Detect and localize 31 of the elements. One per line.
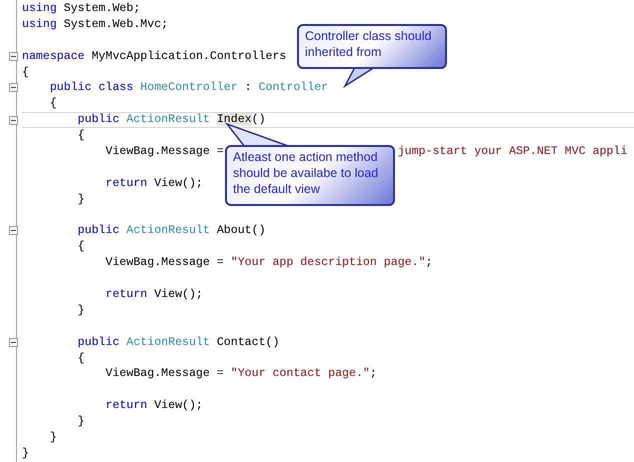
code-line: using System.Web; xyxy=(22,1,140,17)
code-line: { xyxy=(22,64,29,80)
code-line: public ActionResult Index() xyxy=(76,112,266,128)
code-line: ViewBag.Message = xyxy=(104,144,224,160)
code-line: { xyxy=(76,239,85,256)
code-line: public ActionResult Contact() xyxy=(76,334,280,351)
code-line: return View(); xyxy=(104,176,203,192)
callout: Atleast one action method should be availabe to load the default view xyxy=(225,145,395,206)
code-line: using System.Web.Mvc; xyxy=(22,16,168,33)
code-line: } xyxy=(48,430,57,446)
code-line: public class HomeController : Controller xyxy=(48,80,328,96)
code-line: } xyxy=(76,414,85,430)
code-line: ViewBag.Message = "Your app description page."; xyxy=(104,255,433,272)
code-line: public ActionResult About() xyxy=(76,223,266,240)
code-line: } xyxy=(22,446,29,462)
code-line: { xyxy=(48,96,57,112)
string-literal: jump-start your ASP.NET MVC appli xyxy=(398,144,628,160)
code-line: } xyxy=(76,192,85,208)
collapse-icon[interactable] xyxy=(9,116,18,126)
code-line: { xyxy=(76,128,85,144)
collapse-icon[interactable] xyxy=(9,52,18,61)
callout: Controller class should inherited from xyxy=(297,24,447,69)
collapse-icon[interactable] xyxy=(9,226,18,236)
code-line: } xyxy=(76,302,85,319)
collapse-icon[interactable] xyxy=(9,338,18,347)
code-line: namespace MyMvcApplication.Controllers xyxy=(22,48,286,65)
code-line: { xyxy=(76,350,85,366)
collapse-icon[interactable] xyxy=(9,83,18,92)
code-line: return View(); xyxy=(104,398,203,414)
code-line: ViewBag.Message = "Your contact page."; xyxy=(104,366,377,382)
code-line: return View(); xyxy=(104,287,203,303)
